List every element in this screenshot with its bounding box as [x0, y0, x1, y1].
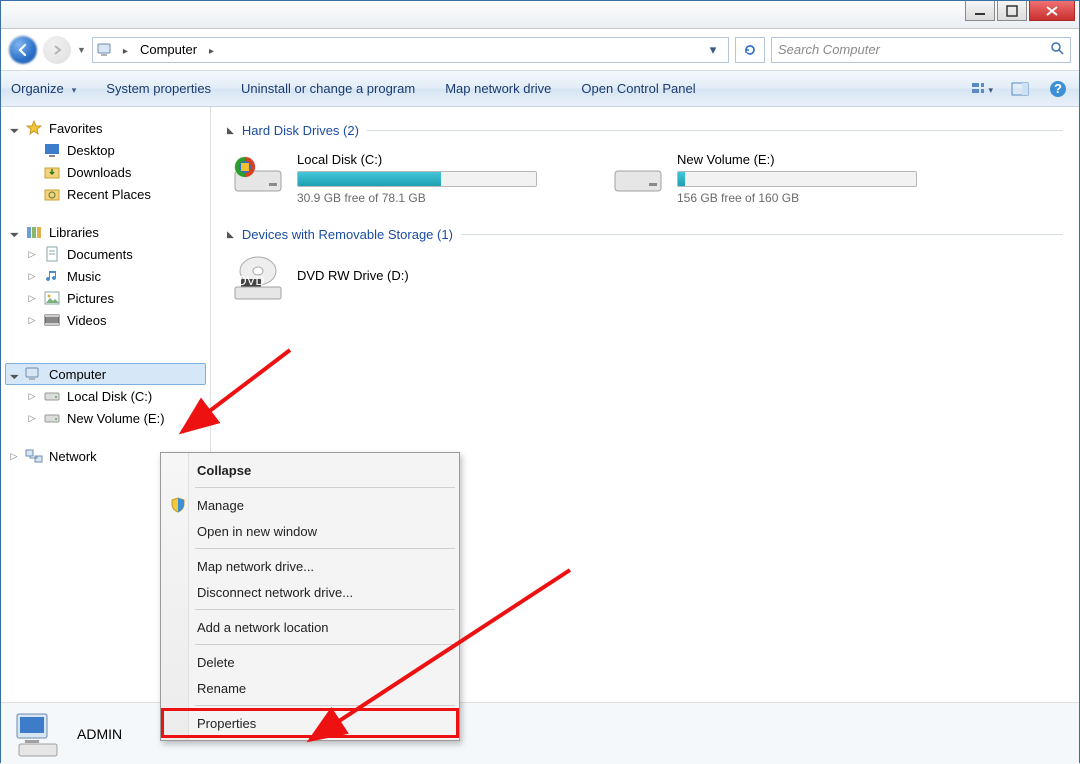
recent-icon — [43, 186, 61, 202]
group-hard-disk-drives[interactable]: ◣ Hard Disk Drives (2) — [227, 123, 1063, 138]
navigation-row: ▼ Computer ▾ Search Computer — [1, 29, 1079, 71]
drive-label: Local Disk (C:) — [297, 152, 583, 167]
drive-local-disk-c[interactable]: Local Disk (C:) 30.9 GB free of 78.1 GB — [227, 148, 587, 209]
address-dropdown[interactable]: ▾ — [702, 39, 724, 61]
map-network-drive-button[interactable]: Map network drive — [445, 81, 551, 96]
ctx-delete[interactable]: Delete — [163, 649, 457, 675]
drive-icon — [231, 152, 285, 198]
optical-drive-icon: DVD — [231, 256, 285, 302]
music-icon — [43, 268, 61, 284]
sidebar-item-new-volume-e[interactable]: New Volume (E:) — [23, 407, 206, 429]
drive-icon — [43, 410, 61, 426]
sidebar-item-documents[interactable]: Documents — [23, 243, 206, 265]
ctx-separator — [195, 548, 455, 549]
svg-text:DVD: DVD — [237, 273, 264, 288]
sidebar-item-pictures[interactable]: Pictures — [23, 287, 206, 309]
sidebar-libraries[interactable]: Libraries — [5, 221, 206, 243]
ctx-map-network-drive[interactable]: Map network drive... — [163, 553, 457, 579]
group-removable-storage[interactable]: ◣ Devices with Removable Storage (1) — [227, 227, 1063, 242]
preview-pane-button[interactable] — [1009, 78, 1031, 100]
search-input[interactable]: Search Computer — [771, 37, 1071, 63]
libraries-icon — [25, 224, 43, 240]
details-computer-name: ADMIN — [77, 726, 122, 742]
ctx-collapse[interactable]: Collapse — [163, 457, 457, 483]
capacity-bar — [297, 171, 537, 187]
computer-large-icon — [11, 708, 63, 760]
breadcrumb-sep — [121, 42, 130, 57]
star-icon — [25, 120, 43, 136]
drive-icon — [43, 388, 61, 404]
shield-icon — [169, 496, 187, 514]
ctx-properties[interactable]: Properties — [163, 710, 457, 736]
ctx-separator — [195, 705, 455, 706]
drive-dvd-rw[interactable]: DVD DVD RW Drive (D:) — [227, 252, 587, 306]
refresh-button[interactable] — [735, 37, 765, 63]
forward-button[interactable] — [43, 36, 71, 64]
breadcrumb-computer[interactable]: Computer — [136, 42, 201, 57]
sidebar-item-recent[interactable]: Recent Places — [23, 183, 206, 205]
ctx-rename[interactable]: Rename — [163, 675, 457, 701]
drive-free-text: 30.9 GB free of 78.1 GB — [297, 191, 583, 205]
system-properties-button[interactable]: System properties — [106, 81, 211, 96]
open-control-panel-button[interactable]: Open Control Panel — [581, 81, 695, 96]
sidebar-item-videos[interactable]: Videos — [23, 309, 206, 331]
address-bar[interactable]: Computer ▾ — [92, 37, 729, 63]
sidebar-favorites[interactable]: Favorites — [5, 117, 206, 139]
svg-text:?: ? — [1054, 81, 1062, 96]
documents-icon — [43, 246, 61, 262]
computer-icon — [25, 366, 43, 382]
search-placeholder: Search Computer — [778, 42, 880, 57]
organize-menu[interactable]: Organize — [11, 81, 76, 96]
videos-icon — [43, 312, 61, 328]
sidebar-item-downloads[interactable]: Downloads — [23, 161, 206, 183]
ctx-separator — [195, 644, 455, 645]
ctx-open-new-window[interactable]: Open in new window — [163, 518, 457, 544]
uninstall-program-button[interactable]: Uninstall or change a program — [241, 81, 415, 96]
sidebar-item-desktop[interactable]: Desktop — [23, 139, 206, 161]
drive-new-volume-e[interactable]: New Volume (E:) 156 GB free of 160 GB — [607, 148, 967, 209]
drive-icon — [611, 152, 665, 198]
view-options-button[interactable] — [971, 78, 993, 100]
drive-free-text: 156 GB free of 160 GB — [677, 191, 963, 205]
pictures-icon — [43, 290, 61, 306]
titlebar — [1, 1, 1079, 29]
downloads-icon — [43, 164, 61, 180]
ctx-manage[interactable]: Manage — [163, 492, 457, 518]
ctx-add-network-location[interactable]: Add a network location — [163, 614, 457, 640]
sidebar-item-local-disk-c[interactable]: Local Disk (C:) — [23, 385, 206, 407]
desktop-icon — [43, 142, 61, 158]
history-dropdown[interactable]: ▼ — [77, 45, 86, 55]
ctx-disconnect-network-drive[interactable]: Disconnect network drive... — [163, 579, 457, 605]
drive-label: New Volume (E:) — [677, 152, 963, 167]
sidebar-item-music[interactable]: Music — [23, 265, 206, 287]
sidebar-computer[interactable]: Computer — [5, 363, 206, 385]
capacity-bar — [677, 171, 917, 187]
search-icon — [1050, 41, 1064, 58]
close-button[interactable] — [1029, 1, 1075, 21]
context-menu: Collapse Manage Open in new window Map n… — [160, 452, 460, 741]
drive-label: DVD RW Drive (D:) — [297, 268, 583, 283]
breadcrumb-sep — [207, 42, 216, 57]
computer-icon — [97, 42, 115, 58]
command-bar: Organize System properties Uninstall or … — [1, 71, 1079, 107]
back-button[interactable] — [9, 36, 37, 64]
help-button[interactable]: ? — [1047, 78, 1069, 100]
ctx-separator — [195, 609, 455, 610]
maximize-button[interactable] — [997, 1, 1027, 21]
ctx-separator — [195, 487, 455, 488]
network-icon — [25, 448, 43, 464]
minimize-button[interactable] — [965, 1, 995, 21]
